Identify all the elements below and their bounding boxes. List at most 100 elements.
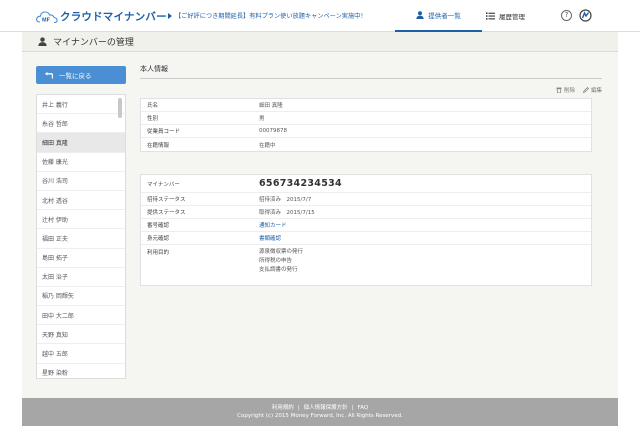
table-row: 氏名 細田 真隆 [141,99,591,112]
mynumber-value: 656734234534 [259,178,342,189]
list-item[interactable]: 谷川 浩司 [37,172,125,191]
terms-link[interactable]: 利用規約 [272,405,294,411]
privacy-link[interactable]: 個人情報保護方針 [304,405,348,411]
list-item[interactable]: 星野 染粉 [37,364,125,378]
trash-icon [556,87,562,93]
list-item[interactable]: 辻村 伊助 [37,210,125,230]
delete-button[interactable]: 削除 [556,86,575,94]
nav-history[interactable]: 履歴管理 [486,0,546,32]
purpose-item: 所得税の申告 [259,257,293,264]
help-icon[interactable]: ? [561,10,572,21]
field-value: 細田 真隆 [259,103,283,109]
list-item[interactable]: 島田 拓子 [37,249,125,268]
app-name: クラウドマイナンバー [60,10,167,23]
list-item[interactable]: 福田 正夫 [37,229,125,249]
table-row: 性別 男 [141,112,591,125]
purpose-item: 支払調書の発行 [259,266,298,273]
field-value: 招待済み 2015/7/7 [259,197,312,203]
campaign-link[interactable]: 【ご好評につき期間延長】有料プラン使い放題キャンペーン実施中！ [168,11,367,20]
triangle-right-icon [168,12,172,19]
campaign-text: 【ご好評につき期間延長】有料プラン使い放題キャンペーン実施中！ [175,13,367,20]
field-label: 性別 [147,116,159,122]
field-value: 00079878 [259,128,287,134]
table-row: 従業員コード 00079878 [141,125,591,138]
field-label: 提供ステータス [147,210,186,216]
app-logo[interactable]: MF クラウドマイナンバー [36,8,167,24]
provider-list[interactable]: 井上 義行 糸谷 哲郎 細田 真隆 佐藤 康光 谷川 浩司 北村 透谷 辻村 伊… [36,94,126,379]
list-item-name: 谷川 浩司 [42,178,68,186]
list-item-name: 田中 大二郎 [42,312,74,320]
table-row: 身元確認 書類確認 [141,232,591,245]
field-label: 招待ステータス [147,197,186,203]
list-icon [486,12,495,20]
nav-provider-list[interactable]: 提供者一覧 [395,0,482,32]
section-title: 本人情報 [140,64,602,79]
field-label: 番号確認 [147,223,170,229]
list-item-name: 天野 真知 [42,331,68,339]
detail-panel: 本人情報 削除 編集 氏名 細田 真隆 性別 男 従業員コード 00079878… [140,64,602,286]
list-item-name: 北村 透谷 [42,197,68,205]
divider: | [297,405,300,411]
list-item-name: 島田 拓子 [42,255,68,263]
list-item-name: 細田 真隆 [42,139,68,147]
person-icon [416,11,424,19]
list-item-selected[interactable]: 細田 真隆 [37,133,125,153]
pencil-icon [582,87,589,93]
field-label: 利用目的 [147,250,170,256]
field-label: 身元確認 [147,236,170,242]
purpose-item: 源泉徴収票の発行 [259,249,304,255]
field-value: 取得済み 2015/7/15 [259,210,315,216]
list-item-name: 稲乃 岡輝矢 [42,293,74,301]
table-row: 在籍情報 在籍中 [141,138,591,151]
number-check-link[interactable]: 通知カード [259,223,287,229]
basic-info-table: 氏名 細田 真隆 性別 男 従業員コード 00079878 在籍情報 在籍中 [140,98,592,152]
detail-actions: 削除 編集 [548,86,602,94]
field-label: 在籍情報 [147,142,170,149]
field-label: マイナンバー [147,181,180,188]
back-to-list-button[interactable]: 一覧に戻る [36,66,126,84]
edit-label: 編集 [590,88,602,94]
field-value: 在籍中 [259,142,276,149]
list-item-name: 辻村 伊助 [42,216,68,224]
main-area: 一覧に戻る 井上 義行 糸谷 哲郎 細田 真隆 佐藤 康光 谷川 浩司 北村 透… [22,52,618,398]
mynumber-info-table: マイナンバー 656734234534 招待ステータス 招待済み 2015/7/… [140,174,592,286]
cloud-logo-icon: MF [36,10,58,23]
list-item-name: 佐藤 康光 [42,159,68,167]
page-footer: 利用規約 | 個人情報保護方針 | FAQ Copyright (c) 2015 Mon… [22,398,618,426]
app-header: MF クラウドマイナンバー 【ご好評につき期間延長】有料プラン使い放題キャンペー… [0,0,640,32]
list-item[interactable]: 天野 真知 [37,325,125,345]
list-item[interactable]: 太田 治子 [37,268,125,287]
list-item[interactable]: 糸谷 哲郎 [37,114,125,134]
list-item-name: 越中 五郎 [42,351,68,359]
page-titlebar: マイナンバーの管理 [22,32,618,52]
return-arrow-icon [45,71,53,79]
list-scrollbar[interactable] [118,98,122,118]
copyright: Copyright (c) 2015 Money Forward, Inc. A… [237,413,403,419]
money-forward-icon[interactable] [579,9,592,22]
edit-button[interactable]: 編集 [582,86,602,94]
list-item-name: 星野 染粉 [42,370,68,378]
list-item[interactable]: 北村 透谷 [37,191,125,211]
table-row-mynumber: マイナンバー 656734234534 [141,175,591,193]
nav-history-label: 履歴管理 [499,13,525,21]
table-row: 番号確認 通知カード [141,219,591,232]
list-item[interactable]: 佐藤 康光 [37,153,125,172]
faq-link[interactable]: FAQ [358,405,369,411]
list-item-name: 福田 正夫 [42,235,68,243]
footer-links: 利用規約 | 個人情報保護方針 | FAQ [22,398,618,411]
delete-label: 削除 [563,88,575,94]
list-item-name: 井上 義行 [42,101,68,109]
field-value: 男 [259,116,265,122]
nav-provider-label: 提供者一覧 [428,12,461,20]
purpose-list: 源泉徴収票の発行 所得税の申告 支払調書の発行 [257,248,591,274]
list-item[interactable]: 越中 五郎 [37,344,125,364]
identity-check-link[interactable]: 書類確認 [259,236,281,242]
field-label: 氏名 [147,103,159,109]
table-row: 招待ステータス 招待済み 2015/7/7 [141,193,591,206]
logo-prefix: MF [42,17,51,23]
list-item-name: 太田 治子 [42,274,68,282]
list-item[interactable]: 田中 大二郎 [37,306,125,326]
list-item[interactable]: 井上 義行 [37,95,125,115]
list-item[interactable]: 稲乃 岡輝矢 [37,287,125,307]
table-row: 提供ステータス 取得済み 2015/7/15 [141,206,591,219]
